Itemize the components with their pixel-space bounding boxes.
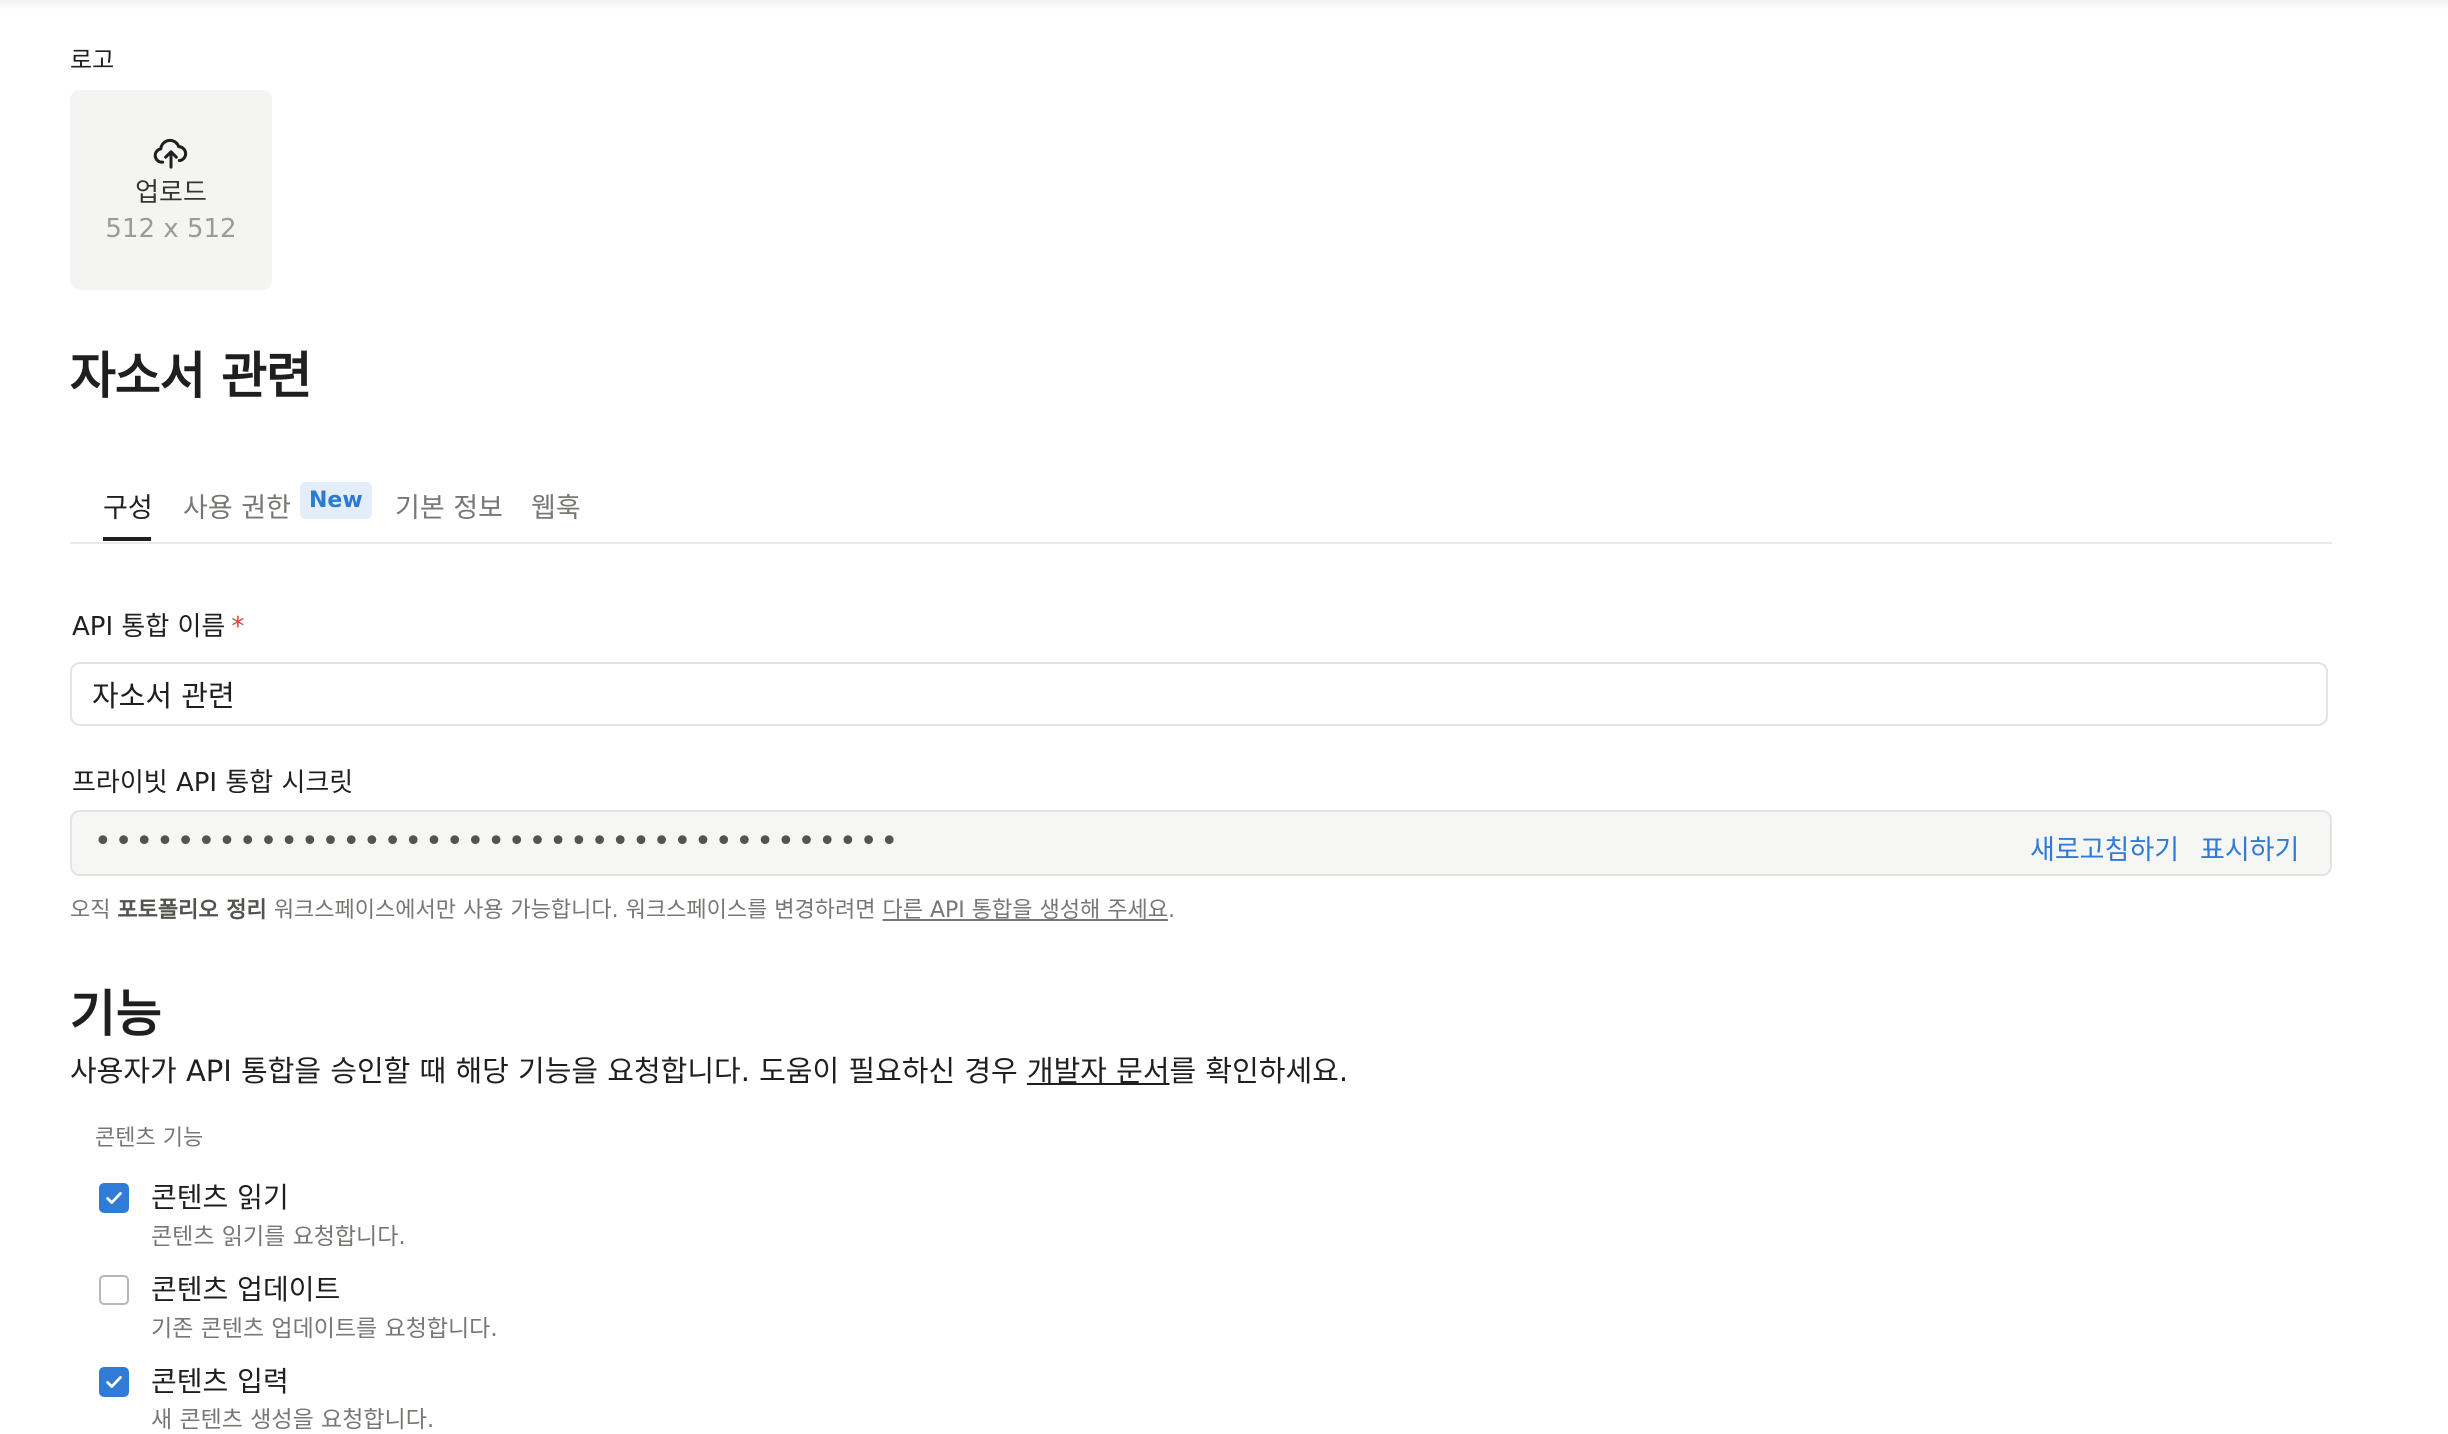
- secret-label: 프라이빗 API 통합 시크릿: [72, 768, 354, 798]
- upload-size-hint: 512 x 512: [105, 214, 237, 244]
- insert-content-checkbox[interactable]: [99, 1367, 129, 1397]
- hint-suffix: .: [1167, 898, 1175, 923]
- workspace-hint: 오직 포토폴리오 정리 워크스페이스에서만 사용 가능합니다. 워크스페이스를 …: [70, 892, 1175, 924]
- hint-prefix: 오직: [70, 898, 118, 923]
- checkmark-icon: [106, 1376, 122, 1388]
- show-secret-button[interactable]: 표시하기: [2200, 828, 2299, 867]
- capabilities-description: 사용자가 API 통합을 승인할 때 해당 기능을 요청합니다. 도움이 필요하…: [70, 1048, 1348, 1090]
- content-capabilities-label: 콘텐츠 기능: [95, 1126, 204, 1151]
- upload-label: 업로드: [135, 178, 207, 208]
- update-content-desc: 기존 콘텐츠 업데이트를 요청합니다.: [151, 1316, 498, 1342]
- hint-middle: 워크스페이스에서만 사용 가능합니다. 워크스페이스를 변경하려면: [266, 898, 883, 923]
- update-content-checkbox[interactable]: [99, 1275, 129, 1305]
- logo-upload-button[interactable]: 업로드 512 x 512: [70, 90, 272, 290]
- page-title: 자소서 관련: [70, 347, 312, 405]
- developer-docs-link[interactable]: 개발자 문서: [1027, 1054, 1170, 1088]
- cloud-upload-icon: [153, 138, 188, 169]
- update-content-title: 콘텐츠 업데이트: [151, 1273, 341, 1306]
- active-tab-indicator: [103, 537, 151, 541]
- required-mark: *: [231, 612, 245, 642]
- tab-webhooks[interactable]: 웹훅: [531, 486, 581, 525]
- integration-name-label-text: API 통합 이름: [72, 612, 226, 642]
- logo-label: 로고: [70, 46, 115, 74]
- capabilities-title: 기능: [70, 985, 162, 1043]
- insert-content-title: 콘텐츠 입력: [151, 1365, 289, 1398]
- capabilities-desc-prefix: 사용자가 API 통합을 승인할 때 해당 기능을 요청합니다. 도움이 필요하…: [70, 1054, 1027, 1088]
- capabilities-desc-suffix: 를 확인하세요.: [1169, 1054, 1349, 1088]
- top-shadow: [0, 0, 2448, 10]
- new-badge: New: [300, 482, 372, 519]
- insert-content-desc: 새 콘텐츠 생성을 요청합니다.: [151, 1407, 435, 1433]
- secret-field[interactable]: ••••••••••••••••••••••••••••••••••••••• …: [70, 810, 2332, 876]
- tab-configuration[interactable]: 구성: [103, 486, 153, 525]
- integration-name-input[interactable]: [70, 662, 2328, 726]
- secret-masked-value: •••••••••••••••••••••••••••••••••••••••: [94, 824, 902, 859]
- read-content-desc: 콘텐츠 읽기를 요청합니다.: [151, 1224, 406, 1250]
- tab-bar: 구성 사용 권한 New 기본 정보 웹훅: [70, 470, 2332, 544]
- read-content-title: 콘텐츠 읽기: [151, 1181, 289, 1214]
- create-integration-link[interactable]: 다른 API 통합을 생성해 주세요: [883, 898, 1168, 923]
- checkmark-icon: [106, 1192, 122, 1204]
- tab-basic-info[interactable]: 기본 정보: [395, 486, 503, 525]
- hint-workspace-name: 포토폴리오 정리: [117, 898, 267, 923]
- tab-permissions[interactable]: 사용 권한: [183, 486, 291, 525]
- read-content-checkbox[interactable]: [99, 1183, 129, 1213]
- refresh-secret-button[interactable]: 새로고침하기: [2030, 828, 2179, 867]
- integration-name-label: API 통합 이름 *: [72, 606, 244, 643]
